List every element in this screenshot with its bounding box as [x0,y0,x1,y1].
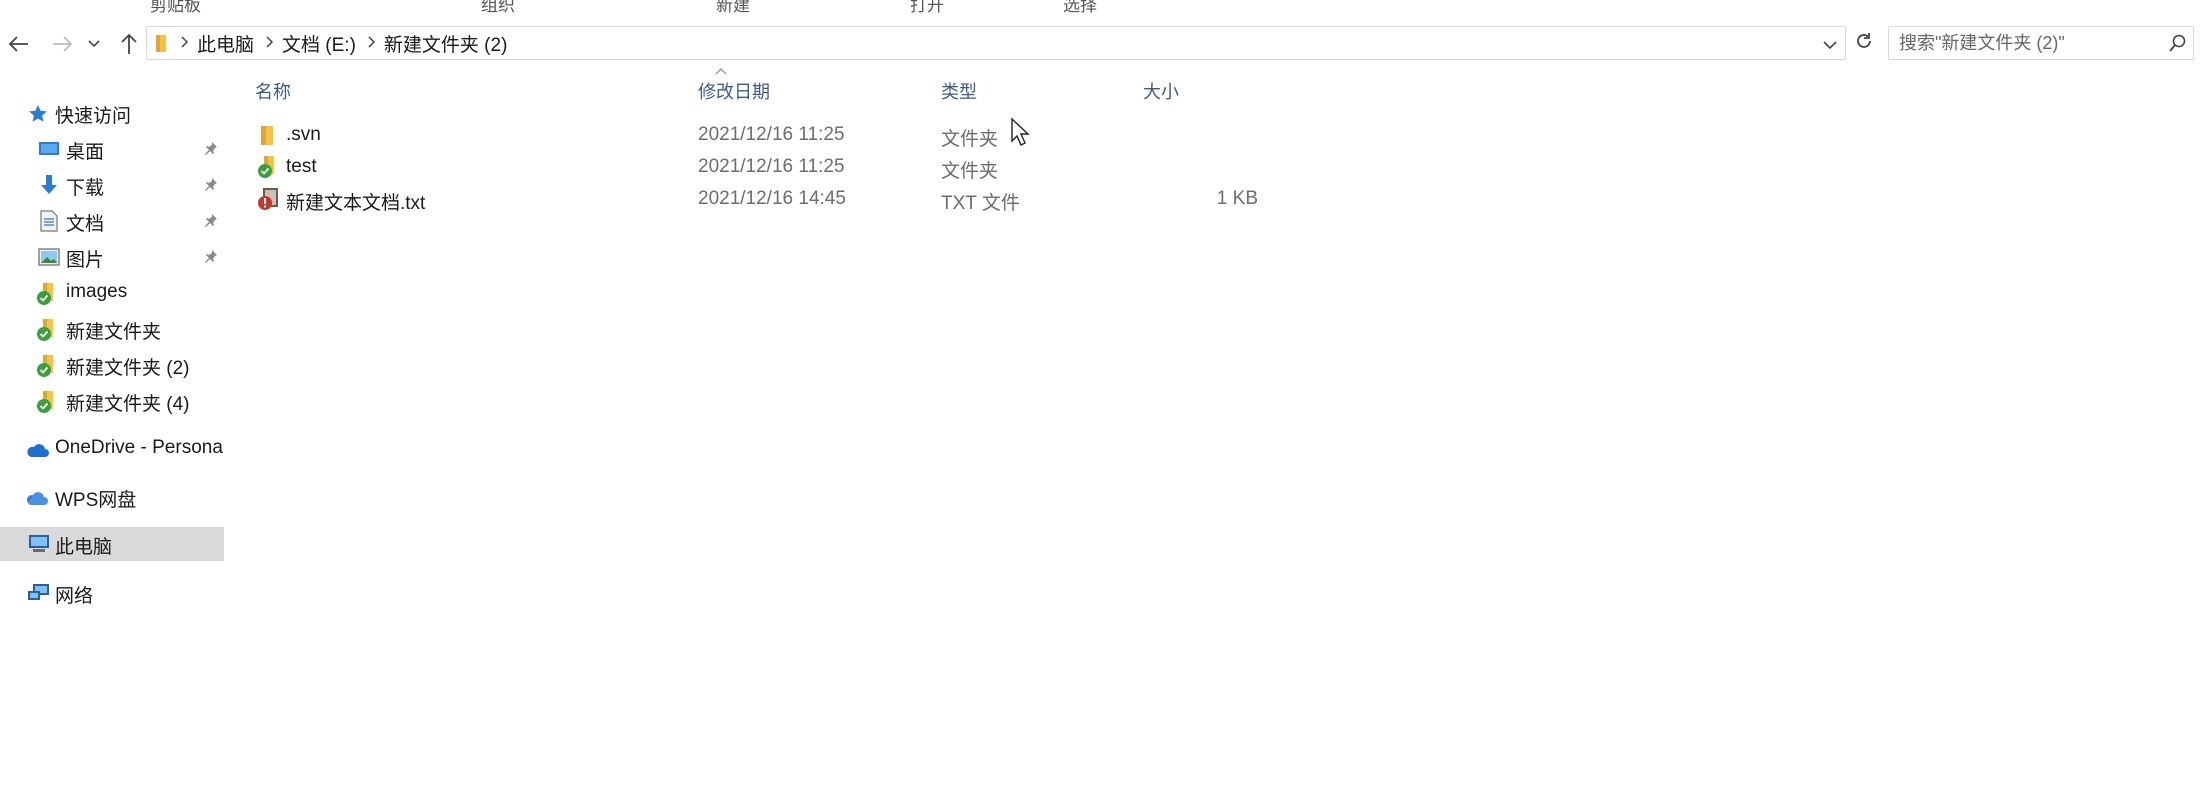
address-dropdown-button[interactable] [1823,34,1837,56]
download-icon [40,174,58,196]
sidebar-quick-access[interactable]: 快速访问 [0,96,224,130]
sidebar-item-images[interactable]: images [0,276,224,310]
recent-locations-button[interactable] [84,30,104,58]
file-name: 新建文本文档.txt [286,193,426,214]
sidebar-item-label: WPS网盘 [55,490,137,511]
file-name: test [286,156,317,177]
pictures-icon [38,248,60,266]
sort-ascending-icon [715,62,727,78]
chevron-right-icon [266,35,274,52]
sidebar-item-desktop[interactable]: 桌面 [0,132,224,166]
svn-folder-icon [36,354,58,378]
search-box[interactable] [1888,26,2194,60]
sidebar-item-label: 图片 [66,250,105,271]
ribbon-label: 选择 [1063,0,1097,14]
ribbon-remnant: 剪贴板 组织 新建 打开 选择 [0,0,2209,14]
file-row[interactable]: test 2021/12/16 11:25 文件夹 [255,151,1255,183]
column-header-name[interactable]: 名称 [255,78,291,104]
refresh-icon [1854,31,1874,57]
chevron-down-icon [1823,34,1837,55]
file-date: 2021/12/16 14:45 [698,188,846,209]
sidebar-item-label: 快速访问 [55,106,132,127]
file-row[interactable]: 新建文本文档.txt 2021/12/16 14:45 TXT 文件 1 KB [255,183,1258,215]
folder-icon [155,33,169,53]
chevron-down-icon [88,40,100,48]
chevron-right-icon [368,35,376,52]
sidebar-item-network[interactable]: 网络 [0,576,224,610]
file-type: 文件夹 [941,161,999,182]
desktop-icon [38,140,60,158]
file-type: 文件夹 [941,129,999,150]
computer-icon [27,534,51,554]
svn-folder-icon [36,282,58,306]
sidebar-item-label: images [66,281,128,302]
mouse-cursor-icon [1010,117,1032,153]
sidebar-item-documents[interactable]: 文档 [0,204,224,238]
ribbon-label: 剪贴板 [150,0,201,14]
sidebar-item-pictures[interactable]: 图片 [0,240,224,274]
ribbon-label: 新建 [716,0,750,14]
search-icon[interactable] [2163,34,2193,52]
folder-icon [257,123,279,147]
column-header-type[interactable]: 类型 [941,78,977,104]
arrow-left-icon [8,35,30,53]
breadcrumb-label: 此电脑 [197,34,255,56]
pin-icon[interactable] [204,249,218,271]
svn-modified-text-file-icon [257,187,279,211]
network-icon [27,583,51,603]
sidebar-item-label: 此电脑 [55,537,113,558]
sidebar-item-label: 新建文件夹 (2) [66,358,190,379]
ribbon-label: 打开 [910,0,944,14]
column-header-size[interactable]: 大小 [1143,78,1179,104]
pin-icon[interactable] [204,141,218,163]
document-icon [40,210,58,232]
sidebar-item-label: 新建文件夹 [66,322,162,343]
navigation-bar: 此电脑 文档 (E:) 新建文件夹 (2) [0,26,2209,62]
sidebar-item-new-folder-4[interactable]: 新建文件夹 (4) [0,384,224,418]
forward-button[interactable] [48,30,76,58]
file-date: 2021/12/16 11:25 [698,124,845,145]
sidebar-item-onedrive[interactable]: OneDrive - Personal [0,432,224,466]
ribbon-label: 组织 [481,0,515,14]
sidebar-item-new-folder-2[interactable]: 新建文件夹 (2) [0,348,224,382]
sidebar-item-label: 下载 [66,178,105,199]
search-input[interactable] [1889,27,2163,59]
file-row[interactable]: .svn 2021/12/16 11:25 文件夹 [255,119,1255,151]
svn-folder-icon [36,318,58,342]
breadcrumb-current-folder[interactable]: 新建文件夹 (2) [356,30,508,57]
file-name: .svn [286,124,321,145]
sidebar-item-downloads[interactable]: 下载 [0,168,224,202]
breadcrumb-label: 文档 (E:) [282,34,356,56]
star-icon [28,104,48,123]
refresh-button[interactable] [1850,30,1878,58]
sidebar-item-this-pc[interactable]: 此电脑 [0,527,224,561]
sidebar-item-wps[interactable]: WPS网盘 [0,480,224,514]
sidebar-item-label: 桌面 [66,142,105,163]
file-size: 1 KB [1216,188,1258,209]
breadcrumb-this-pc[interactable]: 此电脑 [169,30,254,57]
wps-cloud-icon [25,489,49,507]
arrow-up-icon [120,33,138,55]
breadcrumb-drive[interactable]: 文档 (E:) [254,30,356,57]
pin-icon[interactable] [204,177,218,199]
sidebar-item-new-folder[interactable]: 新建文件夹 [0,312,224,346]
up-button[interactable] [115,30,143,58]
pin-icon[interactable] [204,213,218,235]
arrow-right-icon [51,35,73,53]
sidebar-item-label: 新建文件夹 (4) [66,394,190,415]
svn-folder-icon [257,155,279,179]
sidebar-item-label: OneDrive - Personal [55,437,224,458]
chevron-right-icon [181,35,189,52]
file-type: TXT 文件 [941,193,1020,214]
address-bar[interactable]: 此电脑 文档 (E:) 新建文件夹 (2) [146,26,1846,60]
sidebar-item-label: 网络 [55,586,94,607]
svn-folder-icon [36,390,58,414]
sidebar-item-label: 文档 [66,214,105,235]
file-date: 2021/12/16 11:25 [698,156,845,177]
cloud-icon [25,442,49,458]
column-header-date[interactable]: 修改日期 [698,78,770,104]
breadcrumb-label: 新建文件夹 (2) [383,34,508,56]
back-button[interactable] [5,30,33,58]
